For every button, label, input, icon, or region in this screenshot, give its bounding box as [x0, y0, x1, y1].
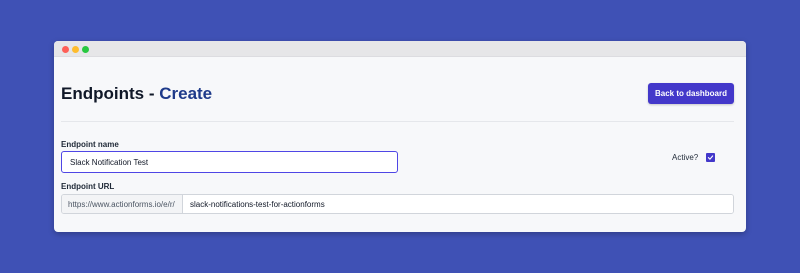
endpoint-url-prefix: https://www.actionforms.io/e/r/ [62, 195, 183, 213]
maximize-window-dot[interactable] [82, 46, 89, 53]
endpoint-name-field[interactable] [61, 151, 398, 173]
endpoint-url-field[interactable] [183, 195, 733, 213]
endpoint-name-label: Endpoint name [61, 140, 119, 149]
endpoint-url-label: Endpoint URL [61, 182, 115, 191]
header-divider [61, 121, 734, 122]
close-window-dot[interactable] [62, 46, 69, 53]
page-title: Endpoints - Create [61, 84, 212, 104]
window-titlebar [54, 41, 746, 57]
page-title-prefix: Endpoints - [61, 84, 160, 103]
back-to-dashboard-button[interactable]: Back to dashboard [648, 83, 734, 104]
check-icon [708, 154, 714, 160]
active-toggle-group: Active? [672, 151, 716, 163]
active-checkbox[interactable] [706, 152, 716, 162]
active-label: Active? [672, 152, 699, 162]
minimize-window-dot[interactable] [72, 46, 79, 53]
browser-window: Endpoints - Create Back to dashboard End… [54, 41, 746, 232]
endpoint-url-group: https://www.actionforms.io/e/r/ [61, 194, 734, 214]
page-title-accent: Create [159, 84, 213, 103]
